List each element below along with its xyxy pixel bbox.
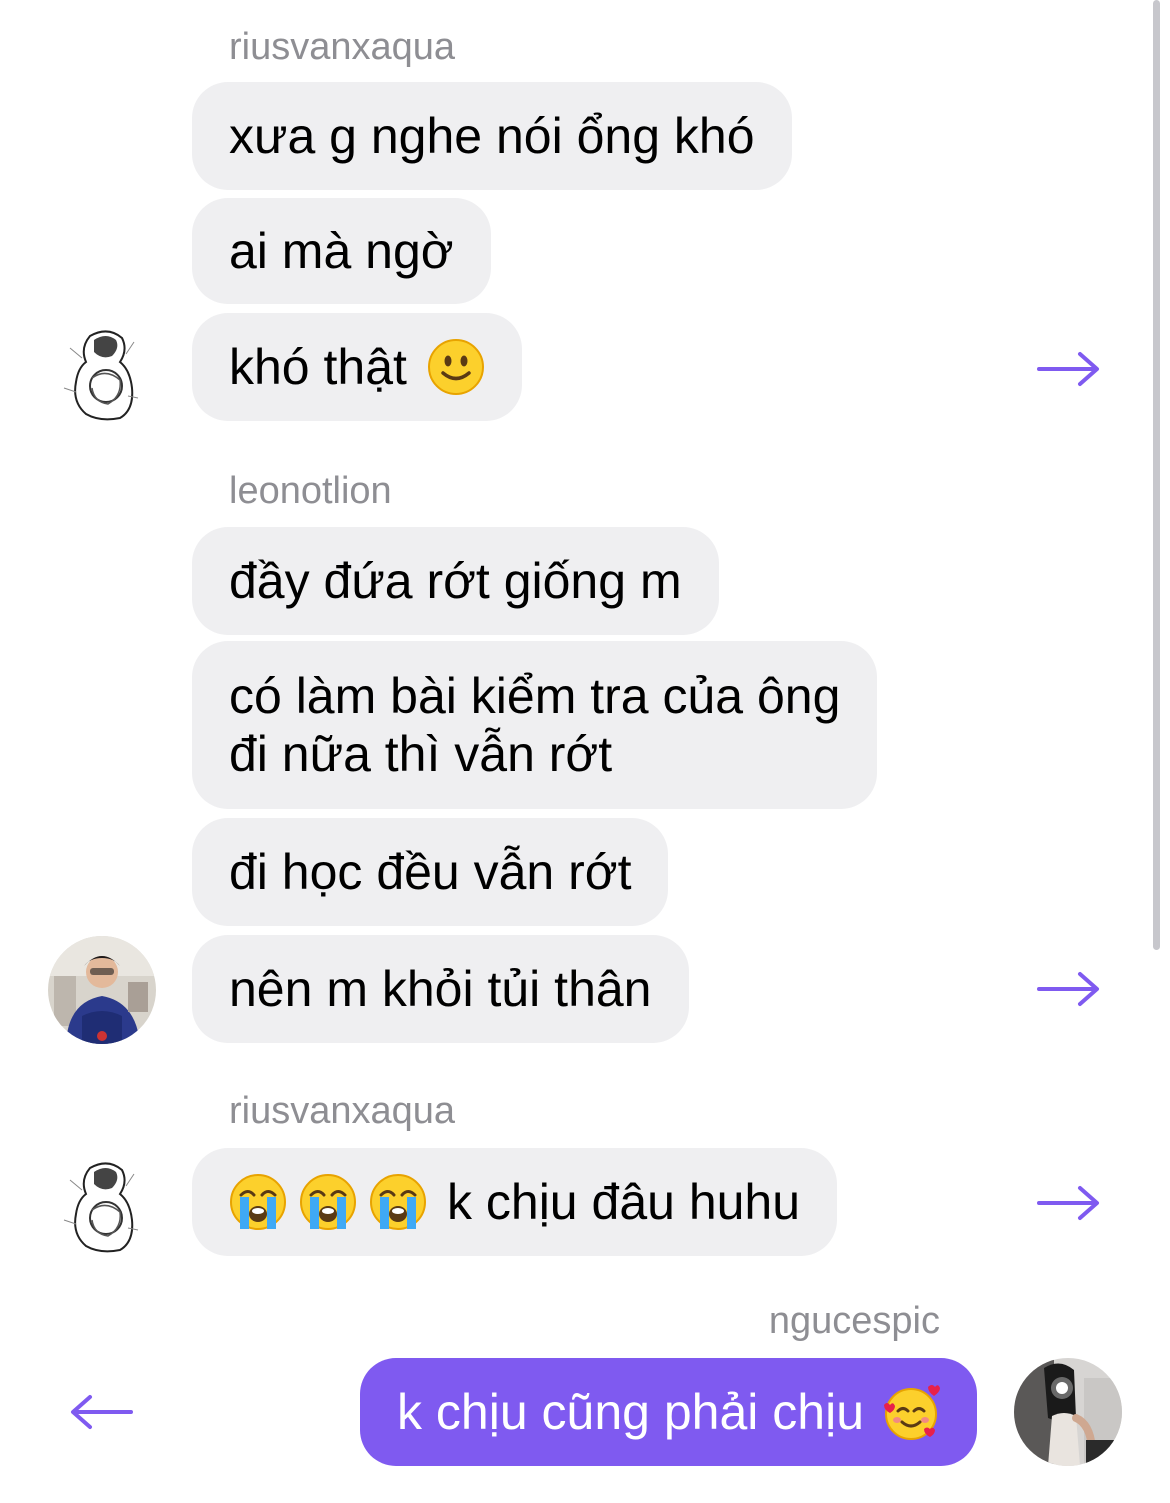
message-text: nên m khỏi tủi thân [229, 961, 652, 1017]
scrollbar[interactable] [1153, 0, 1160, 950]
left-arrow-icon[interactable] [68, 1392, 134, 1432]
message-bubble[interactable]: đi học đều vẫn rớt [192, 818, 669, 926]
message-bubble[interactable]: khó thật [192, 313, 522, 421]
message-text: đi học đều vẫn rớt [229, 844, 632, 900]
message-text: k chịu đâu huhu [447, 1174, 801, 1230]
slightly-smiling-face-icon [427, 338, 485, 396]
loudly-crying-face-icon [299, 1173, 357, 1231]
message-bubble[interactable]: k chịu đâu huhu [192, 1148, 838, 1256]
message-bubble-own[interactable]: k chịu cũng phải chịu [360, 1358, 977, 1466]
message-text: đầy đứa rớt giống m [229, 553, 682, 609]
message-bubble[interactable]: xưa g nghe nói ổng khó [192, 82, 792, 190]
message-bubble[interactable]: ai mà ngờ [192, 198, 491, 304]
avatar-leonotlion[interactable] [48, 936, 156, 1044]
message-bubble[interactable]: nên m khỏi tủi thân [192, 935, 689, 1043]
message-text-line: đi nữa thì vẫn rớt [229, 726, 613, 782]
sender-name: leonotlion [229, 470, 392, 512]
message-text: xưa g nghe nói ổng khó [229, 108, 755, 164]
sender-name: riusvanxaqua [229, 26, 456, 68]
right-arrow-icon[interactable] [1036, 1183, 1102, 1223]
right-arrow-icon[interactable] [1036, 349, 1102, 389]
message-text-line: có làm bài kiểm tra của ông [229, 668, 841, 724]
loudly-crying-face-icon [369, 1173, 427, 1231]
avatar-riusvanxaqua[interactable] [50, 1150, 154, 1254]
loudly-crying-face-icon [229, 1173, 287, 1231]
message-bubble[interactable]: có làm bài kiểm tra của ông đi nữa thì v… [192, 641, 878, 809]
sender-name: ngucespic [768, 1300, 940, 1342]
avatar-ngucespic[interactable] [1014, 1358, 1122, 1466]
message-text: k chịu cũng phải chịu [397, 1384, 864, 1440]
message-text: khó thật [229, 339, 407, 395]
sender-name: riusvanxaqua [229, 1090, 456, 1132]
avatar-riusvanxaqua[interactable] [50, 318, 154, 422]
message-bubble[interactable]: đầy đứa rớt giống m [192, 527, 719, 635]
right-arrow-icon[interactable] [1036, 969, 1102, 1009]
smiling-face-with-hearts-icon [882, 1383, 940, 1441]
message-text: ai mà ngờ [229, 223, 454, 279]
